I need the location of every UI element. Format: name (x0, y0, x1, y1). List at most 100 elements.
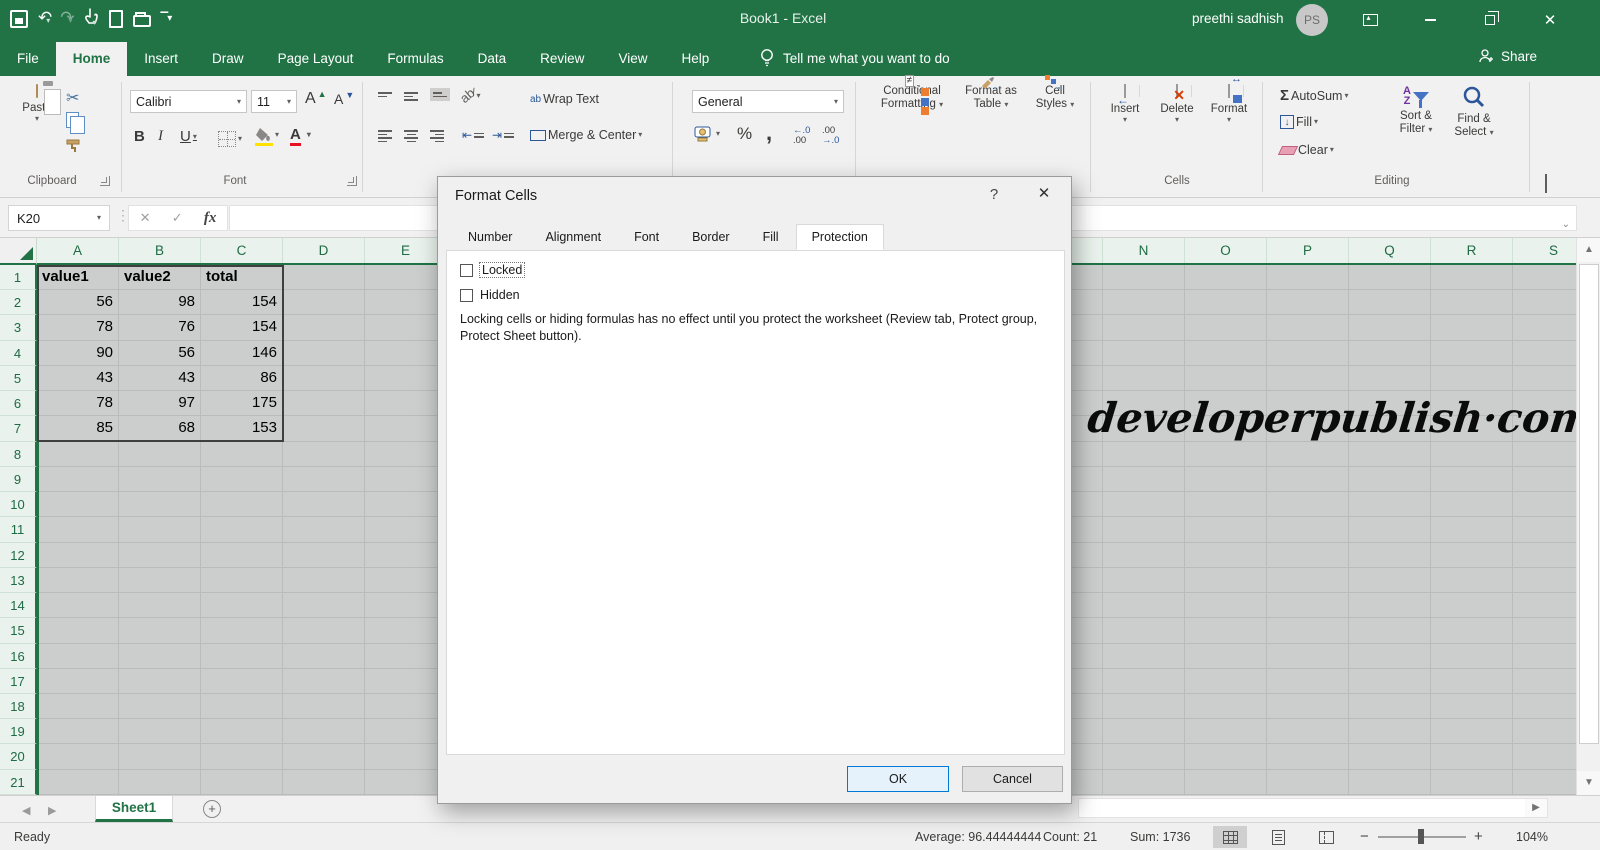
cell-C20[interactable] (201, 744, 283, 769)
cell-O16[interactable] (1185, 644, 1267, 669)
cell-A11[interactable] (37, 517, 119, 542)
row-header-7[interactable]: 7 (0, 416, 37, 441)
cell-A21[interactable] (37, 770, 119, 795)
cell-E4[interactable] (365, 341, 447, 366)
cell-A10[interactable] (37, 492, 119, 517)
cell-R14[interactable] (1431, 593, 1513, 618)
format-dropdown-icon[interactable]: ▾ (1204, 116, 1254, 124)
cell-O14[interactable] (1185, 593, 1267, 618)
tab-help[interactable]: Help (664, 42, 726, 76)
insert-cells-button[interactable]: ← Insert ▾ (1100, 85, 1150, 124)
user-name[interactable]: preethi sadhish (1192, 11, 1284, 26)
cell-A14[interactable] (37, 593, 119, 618)
cell-Q11[interactable] (1349, 517, 1431, 542)
cell-B3[interactable]: 76 (119, 315, 201, 340)
column-header-O[interactable]: O (1185, 238, 1267, 263)
zoom-in-icon[interactable]: + (1474, 828, 1483, 845)
cell-N12[interactable] (1103, 543, 1185, 568)
format-cells-button[interactable]: ↔ Format ▾ (1204, 85, 1254, 124)
cell-B15[interactable] (119, 618, 201, 643)
align-left-button[interactable] (378, 128, 392, 144)
cell-Q2[interactable] (1349, 290, 1431, 315)
cell-Q14[interactable] (1349, 593, 1431, 618)
cell-B19[interactable] (119, 719, 201, 744)
column-header-P[interactable]: P (1267, 238, 1349, 263)
cell-O20[interactable] (1185, 744, 1267, 769)
customize-qat-icon[interactable]: ▔▾ (161, 13, 172, 24)
cell-Q16[interactable] (1349, 644, 1431, 669)
cell-E21[interactable] (365, 770, 447, 795)
dialog-tab-number[interactable]: Number (452, 224, 528, 250)
cell-E6[interactable] (365, 391, 447, 416)
formula-enter-icon[interactable]: ✓ (172, 210, 183, 226)
row-header-15[interactable]: 15 (0, 618, 37, 643)
font-color-dropdown-icon[interactable]: ▾ (307, 131, 311, 139)
merge-center-dropdown-icon[interactable]: ▾ (638, 131, 642, 139)
accounting-dropdown-icon[interactable]: ▾ (716, 130, 720, 138)
row-header-12[interactable]: 12 (0, 543, 37, 568)
cell-R8[interactable] (1431, 442, 1513, 467)
cell-C18[interactable] (201, 694, 283, 719)
row-header-2[interactable]: 2 (0, 290, 37, 315)
cell-Q21[interactable] (1349, 770, 1431, 795)
clipboard-dialog-launcher-icon[interactable] (100, 176, 110, 186)
cell-D6[interactable] (283, 391, 365, 416)
cell-D1[interactable] (283, 265, 365, 290)
cell-E15[interactable] (365, 618, 447, 643)
redo-button[interactable]: ↷▾ (60, 9, 72, 28)
dialog-tab-font[interactable]: Font (618, 224, 675, 250)
cell-E8[interactable] (365, 442, 447, 467)
format-as-table-button[interactable]: Format asTable ▾ (958, 85, 1024, 111)
row-header-9[interactable]: 9 (0, 467, 37, 492)
cell-A12[interactable] (37, 543, 119, 568)
status-average[interactable]: Average: 96.44444444 (915, 830, 1041, 844)
scroll-right-icon[interactable]: ▶ (1525, 799, 1547, 817)
bold-button[interactable]: B (134, 128, 145, 145)
cell-R10[interactable] (1431, 492, 1513, 517)
cut-button[interactable]: ✂ (66, 88, 79, 108)
align-bottom-button[interactable] (430, 88, 450, 101)
formula-cancel-icon[interactable]: ✕ (140, 210, 151, 226)
cell-A4[interactable]: 90 (37, 341, 119, 366)
orientation-button[interactable]: ab̷▾ (460, 88, 480, 103)
align-center-button[interactable] (404, 128, 418, 144)
column-header-B[interactable]: B (119, 238, 201, 263)
clear-button[interactable]: Clear ▾ (1280, 143, 1334, 157)
cell-E14[interactable] (365, 593, 447, 618)
cell-D19[interactable] (283, 719, 365, 744)
cell-B12[interactable] (119, 543, 201, 568)
fill-button[interactable]: ↓ Fill ▾ (1280, 115, 1318, 129)
vertical-scrollbar[interactable]: ▲ ▼ (1576, 238, 1600, 795)
cell-N19[interactable] (1103, 719, 1185, 744)
cell-Q12[interactable] (1349, 543, 1431, 568)
cell-Q10[interactable] (1349, 492, 1431, 517)
horizontal-scrollbar[interactable]: ▶ (1078, 798, 1548, 818)
cell-O19[interactable] (1185, 719, 1267, 744)
fill-color-button[interactable]: ▾ (255, 127, 279, 143)
cell-P21[interactable] (1267, 770, 1349, 795)
font-size-combo[interactable]: 11▾ (251, 90, 297, 113)
column-header-N[interactable]: N (1103, 238, 1185, 263)
cell-P5[interactable] (1267, 366, 1349, 391)
zoom-level[interactable]: 104% (1516, 830, 1548, 844)
cell-E5[interactable] (365, 366, 447, 391)
row-header-6[interactable]: 6 (0, 391, 37, 416)
locked-label[interactable]: Locked (480, 263, 524, 277)
cell-Q19[interactable] (1349, 719, 1431, 744)
sheet-nav-left-icon[interactable]: ◀ (22, 804, 30, 817)
cell-E1[interactable] (365, 265, 447, 290)
cell-B13[interactable] (119, 568, 201, 593)
cell-P14[interactable] (1267, 593, 1349, 618)
cell-C8[interactable] (201, 442, 283, 467)
open-folder-icon[interactable] (133, 15, 151, 27)
cell-E18[interactable] (365, 694, 447, 719)
cell-C4[interactable]: 146 (201, 341, 283, 366)
tab-review[interactable]: Review (523, 42, 601, 76)
cell-D21[interactable] (283, 770, 365, 795)
cell-B10[interactable] (119, 492, 201, 517)
cell-R13[interactable] (1431, 568, 1513, 593)
cell-R12[interactable] (1431, 543, 1513, 568)
cell-D3[interactable] (283, 315, 365, 340)
cell-A18[interactable] (37, 694, 119, 719)
ok-button[interactable]: OK (847, 766, 949, 792)
